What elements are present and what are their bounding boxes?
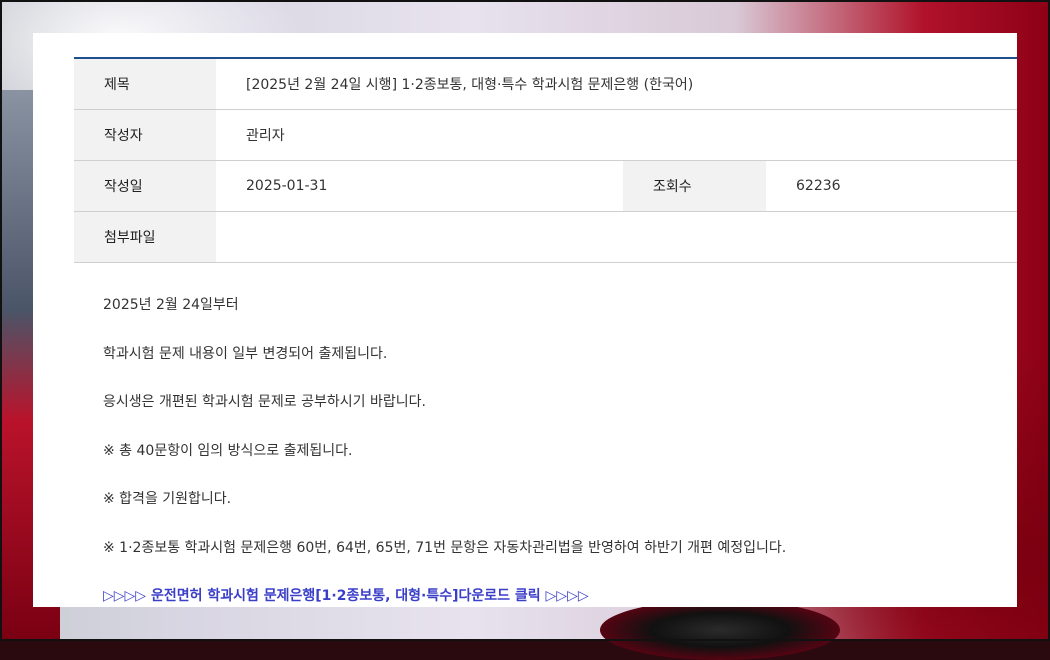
content-paragraph: 응시생은 개편된 학과시험 문제로 공부하시기 바랍니다.	[103, 394, 426, 410]
date-row: 작성일 2025-01-31 조회수 62236	[74, 161, 1017, 212]
title-label: 제목	[74, 59, 216, 109]
date-value: 2025-01-31	[246, 178, 328, 194]
attachment-value[interactable]	[216, 212, 1017, 262]
content-paragraph: 학과시험 문제 내용이 일부 변경되어 출제됩니다.	[103, 345, 388, 362]
views-value: 62236	[796, 178, 841, 194]
views-label: 조회수	[623, 161, 766, 211]
content-paragraph: ※ 총 40문항이 임의 방식으로 출제됩니다.	[103, 442, 353, 459]
content-paragraph: ※ 합격을 기원합니다.	[103, 491, 232, 507]
date-label: 작성일	[74, 161, 216, 211]
title-value: [2025년 2월 24일 시행] 1·2종보통, 대형·특수 학과시험 문제은…	[246, 77, 694, 93]
author-label: 작성자	[74, 110, 216, 160]
download-link[interactable]: ▷▷▷▷ 운전면허 학과시험 문제은행[1·2종보통, 대형·특수]다운로드 클…	[103, 572, 983, 607]
content-paragraph: 2025년 2월 24일부터	[103, 297, 239, 313]
post-content: 2025년 2월 24일부터 학과시험 문제 내용이 일부 변경되어 출제됩니다…	[103, 281, 983, 607]
post-panel: 제목 [2025년 2월 24일 시행] 1·2종보통, 대형·특수 학과시험 …	[33, 33, 1017, 607]
title-row: 제목 [2025년 2월 24일 시행] 1·2종보통, 대형·특수 학과시험 …	[74, 59, 1017, 110]
attachment-row: 첨부파일	[74, 212, 1017, 263]
post-info-table: 제목 [2025년 2월 24일 시행] 1·2종보통, 대형·특수 학과시험 …	[74, 57, 1017, 263]
author-row: 작성자 관리자	[74, 110, 1017, 161]
attachment-label: 첨부파일	[74, 212, 216, 262]
content-paragraph: ※ 1·2종보통 학과시험 문제은행 60번, 64번, 65번, 71번 문항…	[103, 539, 787, 556]
author-value: 관리자	[246, 128, 285, 144]
